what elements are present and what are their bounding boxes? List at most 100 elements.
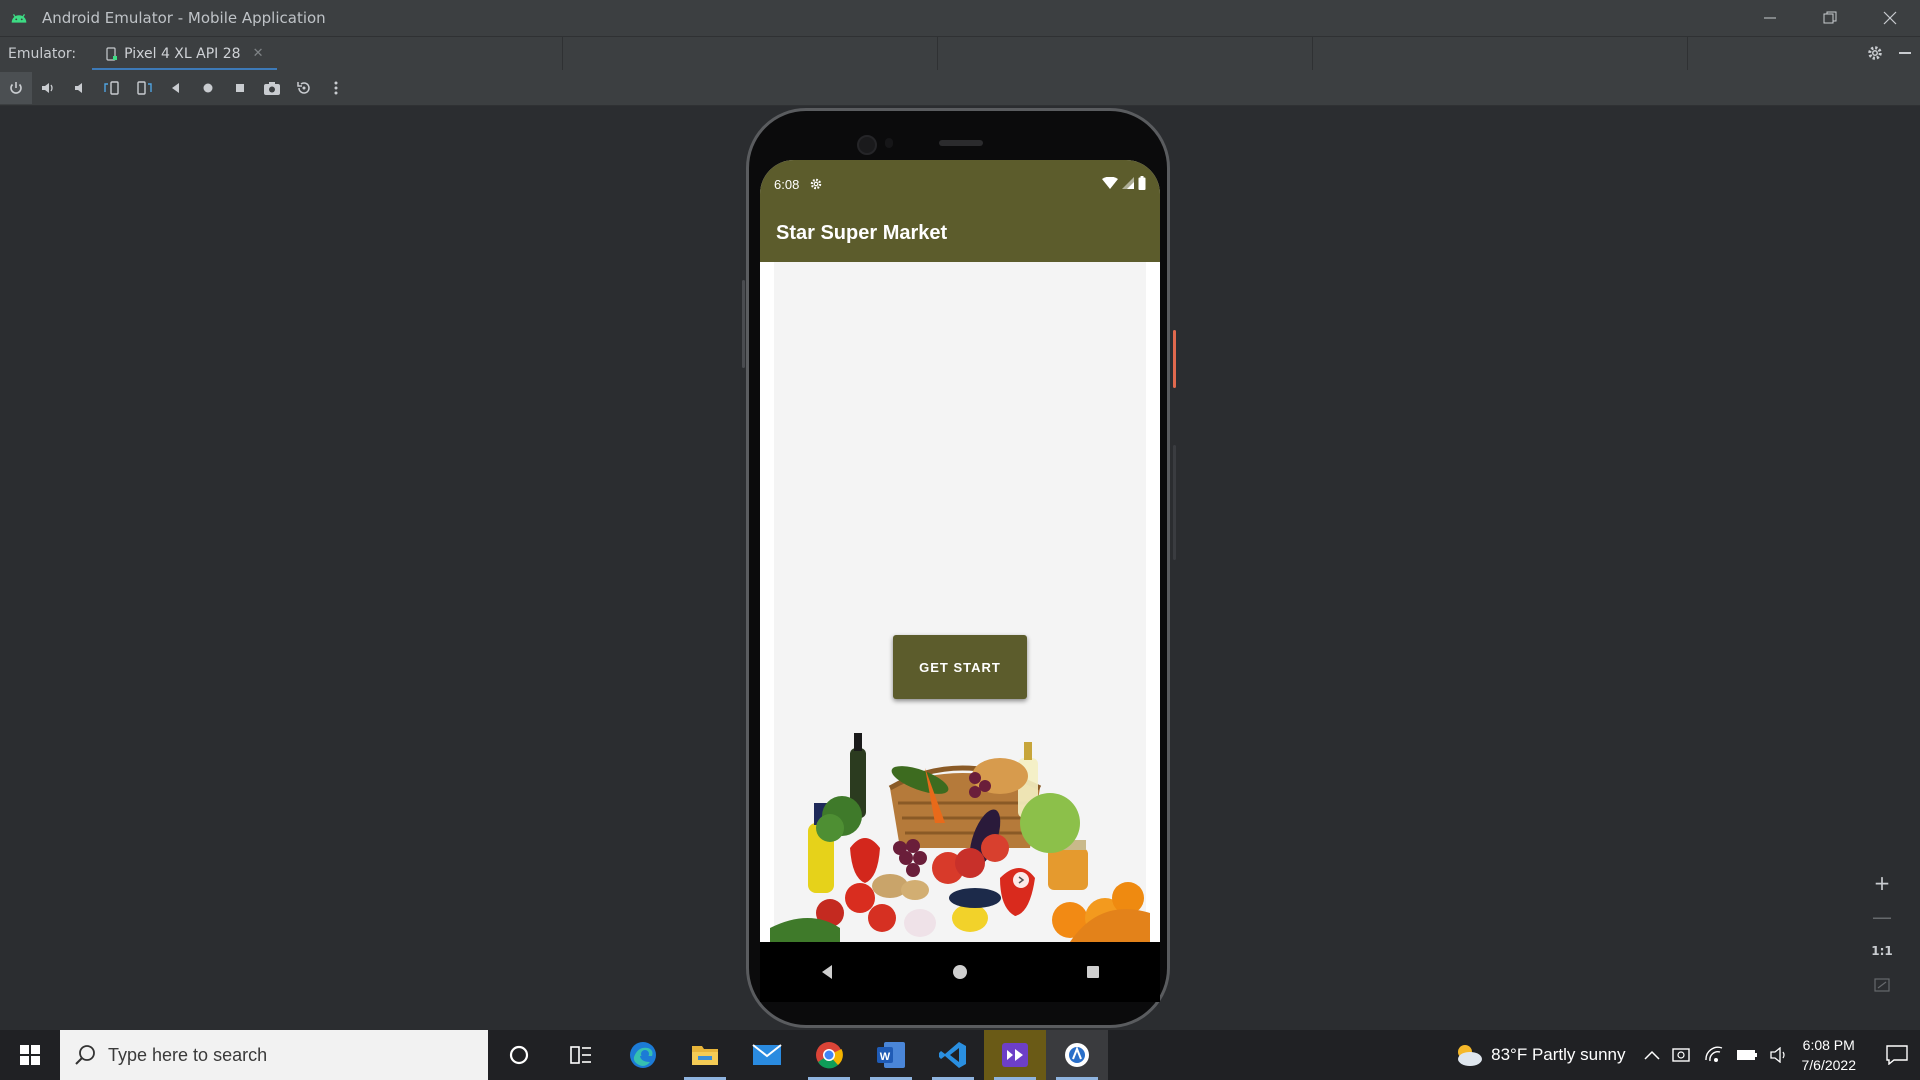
- signal-icon: [1122, 177, 1134, 189]
- app-bar: 6:08 Star Super Market: [760, 160, 1160, 262]
- start-button[interactable]: [0, 1030, 60, 1080]
- home-icon: [203, 83, 213, 92]
- android-studio-icon: [1065, 1043, 1089, 1067]
- tab-close-icon[interactable]: ✕: [253, 46, 264, 61]
- taskbar-mail[interactable]: [736, 1030, 798, 1080]
- close-button[interactable]: [1860, 0, 1920, 36]
- word-icon: W: [877, 1042, 905, 1068]
- weather-widget[interactable]: 83°F Partly sunny: [1453, 1043, 1626, 1067]
- get-start-button[interactable]: GET START: [893, 635, 1027, 699]
- restore-button[interactable]: [1800, 0, 1860, 36]
- grocery-basket-image: [770, 733, 1150, 942]
- overview-button[interactable]: [224, 72, 256, 104]
- chevron-up-icon[interactable]: [1643, 1050, 1660, 1060]
- back-icon: [172, 82, 179, 93]
- task-view-button[interactable]: [550, 1030, 612, 1080]
- zoom-panel: + — 1:1: [1866, 868, 1898, 1008]
- taskbar-clock[interactable]: 6:08 PM 7/6/2022: [1802, 1035, 1857, 1075]
- battery-icon: [1138, 176, 1146, 190]
- status-time: 6:08: [774, 176, 800, 192]
- nav-overview-icon: [1087, 966, 1100, 978]
- more-button[interactable]: [320, 72, 352, 104]
- screenshot-button[interactable]: [256, 72, 288, 104]
- taskbar-vscode[interactable]: [922, 1030, 984, 1080]
- volume-up-button[interactable]: [32, 72, 64, 104]
- power-button[interactable]: [0, 71, 32, 104]
- svg-text:W: W: [880, 1051, 891, 1063]
- window-titlebar: Android Emulator - Mobile Application: [0, 0, 1920, 36]
- minimize-button[interactable]: [1740, 0, 1800, 36]
- taskbar-chrome[interactable]: [798, 1030, 860, 1080]
- notification-center-button[interactable]: [1874, 1030, 1920, 1080]
- wifi-icon: [1102, 177, 1118, 189]
- cortana-icon: [509, 1045, 529, 1065]
- rotate-left-icon: [104, 80, 119, 95]
- volume-up-icon: [42, 82, 53, 93]
- window-title: Android Emulator - Mobile Application: [42, 9, 326, 27]
- rotate-right-icon: [137, 80, 152, 95]
- vscode-icon: [939, 1042, 966, 1068]
- taskbar-android-studio[interactable]: [1046, 1030, 1108, 1080]
- nav-back-icon: [821, 965, 832, 979]
- taskbar-visual-studio[interactable]: [984, 1030, 1046, 1080]
- zoom-in-button[interactable]: +: [1866, 868, 1898, 898]
- fit-screen-icon: [1874, 978, 1890, 992]
- clock-date: 7/6/2022: [1801, 1057, 1857, 1073]
- snapshot-button[interactable]: [288, 72, 320, 104]
- wifi-icon[interactable]: [1704, 1046, 1724, 1064]
- windows-taskbar: Type here to search W 83°F Partly sunny …: [0, 1030, 1920, 1080]
- volume-side-button[interactable]: [1173, 445, 1176, 560]
- nav-overview-button[interactable]: [1073, 952, 1113, 992]
- tab-separator: [937, 36, 938, 70]
- emulator-label: Emulator:: [8, 45, 77, 62]
- search-icon: [75, 1045, 95, 1065]
- camera-icon: [264, 81, 280, 95]
- sensor: [885, 138, 893, 148]
- taskbar-word[interactable]: W: [860, 1030, 922, 1080]
- task-view-icon: [570, 1046, 591, 1064]
- device-icon: [106, 46, 118, 61]
- android-logo-icon: [11, 13, 27, 23]
- partly-sunny-icon: [1458, 1045, 1483, 1066]
- windows-logo-icon: [20, 1045, 40, 1065]
- close-icon: [1883, 11, 1897, 25]
- taskbar-search-input[interactable]: Type here to search: [60, 1030, 488, 1080]
- tab-separator: [1312, 36, 1313, 70]
- device-tab-label: Pixel 4 XL API 28: [124, 45, 241, 62]
- power-icon: [10, 81, 22, 94]
- volume-down-button[interactable]: [64, 72, 96, 104]
- tab-device[interactable]: Pixel 4 XL API 28 ✕: [92, 37, 278, 71]
- nav-back-button[interactable]: [807, 952, 847, 992]
- mail-icon: [752, 1044, 782, 1065]
- hide-panel-icon[interactable]: [1898, 46, 1912, 60]
- edge-icon: [630, 1042, 656, 1068]
- speaker-icon[interactable]: [1769, 1047, 1790, 1063]
- back-button[interactable]: [160, 72, 192, 104]
- cortana-button[interactable]: [488, 1030, 550, 1080]
- clock-time: 6:08 PM: [1802, 1037, 1855, 1053]
- more-vertical-icon: [334, 81, 338, 94]
- nav-home-button[interactable]: [940, 952, 980, 992]
- volume-down-icon: [75, 82, 82, 93]
- zoom-out-button[interactable]: —: [1866, 902, 1898, 932]
- rotate-right-button[interactable]: [128, 72, 160, 104]
- rotate-left-button[interactable]: [96, 72, 128, 104]
- file-explorer-icon: [692, 1046, 718, 1065]
- zoom-actual-size-button[interactable]: 1:1: [1866, 936, 1898, 966]
- tab-separator: [1687, 36, 1688, 70]
- home-button[interactable]: [192, 72, 224, 104]
- system-tray: 83°F Partly sunny 6:08 PM 7/6/2022: [1453, 1030, 1920, 1080]
- search-placeholder: Type here to search: [108, 1044, 268, 1065]
- fit-screen-button[interactable]: [1866, 970, 1898, 1000]
- emulator-tabbar: Emulator: Pixel 4 XL API 28 ✕: [0, 36, 1920, 71]
- tab-separator: [562, 36, 563, 70]
- power-side-button[interactable]: [1173, 330, 1176, 388]
- taskbar-file-explorer[interactable]: [674, 1030, 736, 1080]
- network-connection-icon[interactable]: [1671, 1046, 1692, 1064]
- taskbar-edge[interactable]: [612, 1030, 674, 1080]
- settings-gear-icon[interactable]: [1866, 44, 1884, 62]
- settings-notification-icon: [811, 178, 822, 190]
- snapshot-restore-icon: [297, 81, 310, 94]
- battery-icon[interactable]: [1736, 1048, 1758, 1062]
- phone-side-button: [742, 280, 745, 368]
